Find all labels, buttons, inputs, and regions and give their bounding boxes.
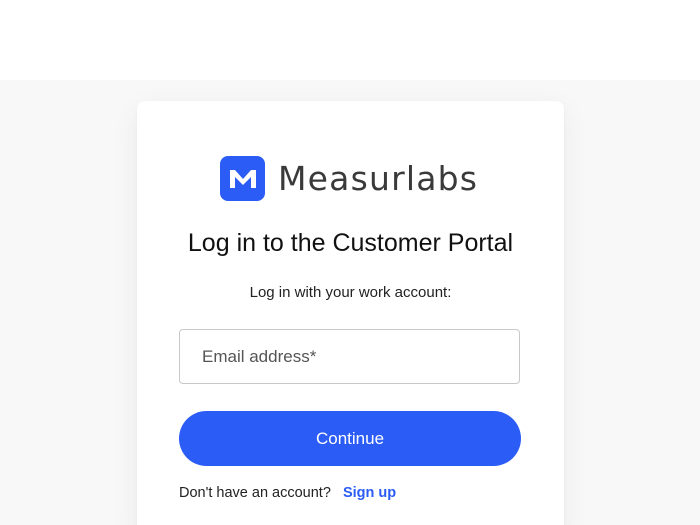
email-input[interactable] xyxy=(179,329,520,384)
page-title: Log in to the Customer Portal xyxy=(187,229,514,257)
signup-row: Don't have an account? Sign up xyxy=(179,485,396,501)
page: Measurlabs Log in to the Customer Portal… xyxy=(0,0,700,525)
brand-name: Measurlabs xyxy=(278,158,479,198)
login-subtitle: Log in with your work account: xyxy=(249,284,452,301)
brand: Measurlabs xyxy=(220,155,478,201)
brand-logo-icon xyxy=(220,155,265,201)
m-letter-icon xyxy=(229,170,256,188)
signup-link[interactable]: Sign up xyxy=(343,485,396,501)
continue-button[interactable]: Continue xyxy=(179,411,521,466)
login-card: Measurlabs Log in to the Customer Portal… xyxy=(137,101,564,525)
signup-prompt: Don't have an account? xyxy=(179,485,331,501)
